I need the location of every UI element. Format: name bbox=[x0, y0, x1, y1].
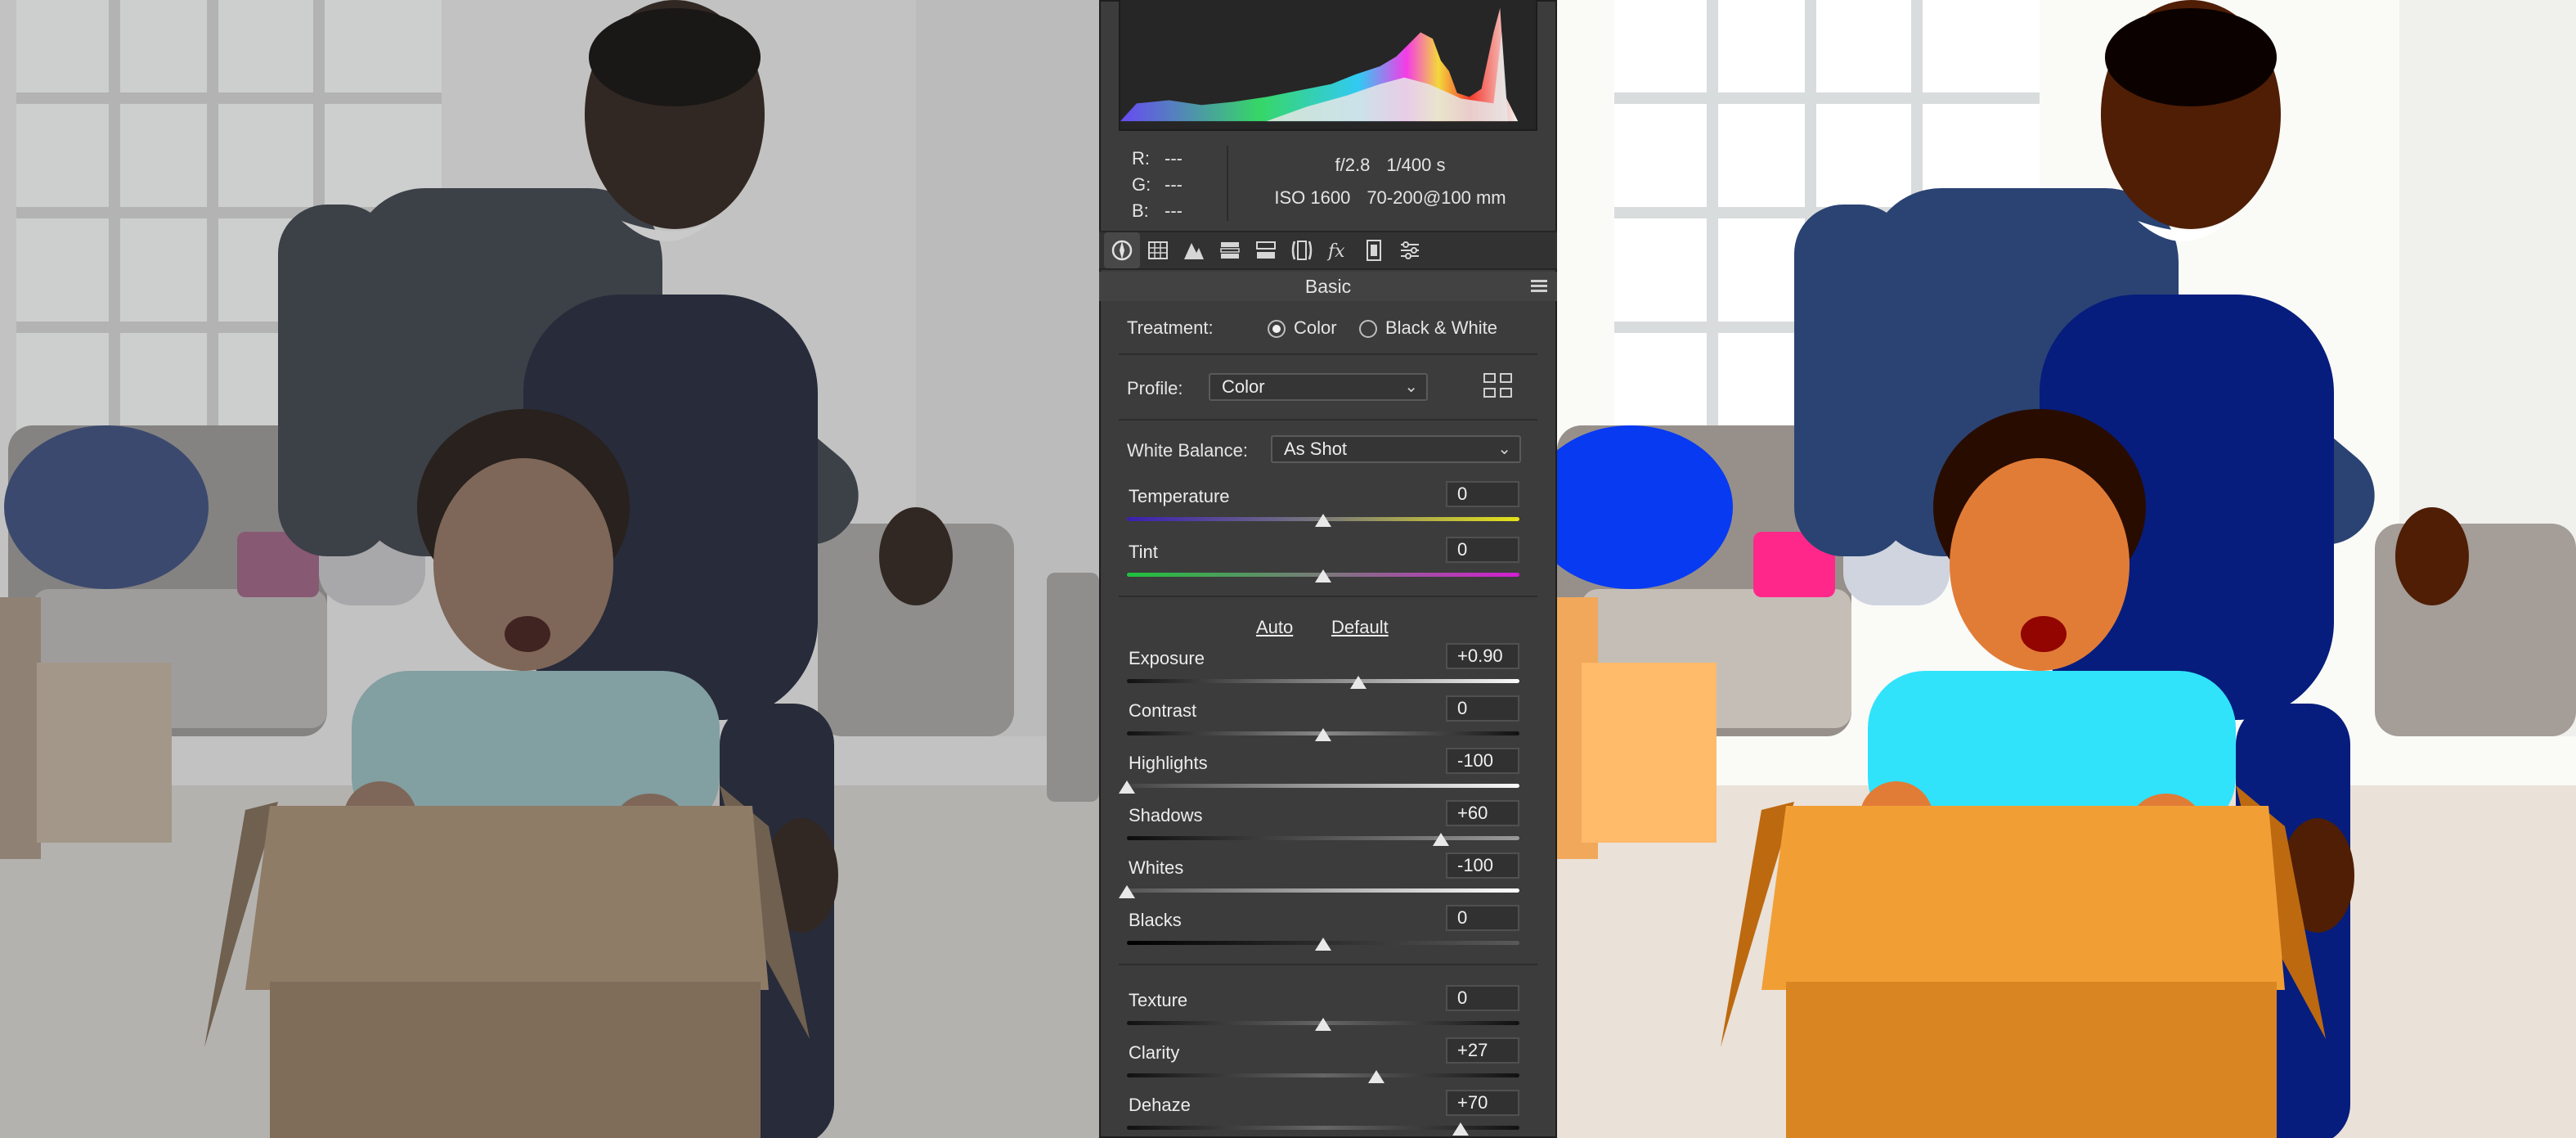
divider bbox=[1119, 419, 1537, 421]
highlights-value[interactable]: -100 bbox=[1446, 748, 1519, 774]
default-link[interactable]: Default bbox=[1331, 617, 1389, 638]
aperture-value: f/2.8 bbox=[1335, 155, 1371, 175]
clarity-label: Clarity bbox=[1129, 1042, 1180, 1063]
treatment-row: Treatment: bbox=[1127, 317, 1214, 339]
g-label: G: bbox=[1132, 174, 1151, 195]
white-balance-value: As Shot bbox=[1284, 439, 1348, 459]
section-title: Basic bbox=[1304, 276, 1352, 297]
shadows-slider-thumb[interactable] bbox=[1433, 833, 1449, 846]
section-header: Basic bbox=[1099, 272, 1557, 301]
profile-dropdown[interactable]: Color ⌄ bbox=[1209, 373, 1428, 401]
blacks-value[interactable]: 0 bbox=[1446, 905, 1519, 931]
contrast-value[interactable]: 0 bbox=[1446, 695, 1519, 722]
before-photo-scene bbox=[0, 0, 1099, 1138]
whites-value[interactable]: -100 bbox=[1446, 852, 1519, 879]
profile-value: Color bbox=[1222, 376, 1265, 397]
white-balance-dropdown[interactable]: As Shot ⌄ bbox=[1271, 435, 1521, 463]
exposure-slider-thumb[interactable] bbox=[1350, 676, 1367, 689]
panel-menu-icon[interactable] bbox=[1531, 280, 1547, 293]
treatment-label: Treatment: bbox=[1127, 317, 1214, 338]
detail-icon[interactable] bbox=[1176, 232, 1212, 268]
exposure-value[interactable]: +0.90 bbox=[1446, 643, 1519, 669]
temperature-slider-thumb[interactable] bbox=[1315, 514, 1331, 527]
temperature-label: Temperature bbox=[1129, 486, 1230, 506]
dehaze-value[interactable]: +70 bbox=[1446, 1090, 1519, 1116]
tint-label: Tint bbox=[1129, 542, 1158, 562]
basic-icon[interactable] bbox=[1104, 232, 1140, 268]
highlights-label: Highlights bbox=[1129, 753, 1208, 773]
shadows-label: Shadows bbox=[1129, 805, 1203, 825]
divider bbox=[1119, 596, 1537, 597]
shadows-value[interactable]: +60 bbox=[1446, 800, 1519, 826]
contrast-label: Contrast bbox=[1129, 700, 1197, 721]
after-photo bbox=[1557, 0, 2576, 1138]
bw-radio[interactable] bbox=[1359, 320, 1377, 338]
rgb-readout: R: --- G: --- B: --- bbox=[1132, 146, 1197, 224]
after-photo-scene bbox=[1557, 0, 2576, 1138]
exposure-track[interactable] bbox=[1127, 679, 1519, 683]
temperature-value[interactable]: 0 bbox=[1446, 481, 1519, 507]
camera-raw-panel: R: --- G: --- B: --- f/2.8 1/400 s ISO 1600 7… bbox=[1099, 0, 1557, 1138]
profile-label: Profile: bbox=[1127, 378, 1183, 398]
color-radio-label: Color bbox=[1294, 317, 1337, 338]
b-label: B: bbox=[1132, 200, 1149, 221]
svg-text:fx: fx bbox=[1326, 241, 1345, 262]
tint-slider-thumb[interactable] bbox=[1315, 569, 1331, 582]
presets-icon[interactable] bbox=[1392, 232, 1428, 268]
chevron-down-icon: ⌄ bbox=[1404, 378, 1418, 396]
lens-value: 70-200@100 mm bbox=[1367, 187, 1506, 208]
shutter-value: 1/400 s bbox=[1386, 155, 1446, 175]
lens-corrections-icon[interactable] bbox=[1284, 232, 1320, 268]
effects-icon[interactable]: fx bbox=[1320, 232, 1356, 268]
g-value: --- bbox=[1165, 174, 1183, 195]
texture-value[interactable]: 0 bbox=[1446, 985, 1519, 1011]
profile-browser-icon[interactable] bbox=[1483, 373, 1516, 401]
iso-value: ISO 1600 bbox=[1274, 187, 1351, 208]
shadows-track[interactable] bbox=[1127, 836, 1519, 840]
contrast-slider-thumb[interactable] bbox=[1315, 728, 1331, 741]
white-balance-label: White Balance: bbox=[1127, 440, 1248, 461]
highlights-track[interactable] bbox=[1127, 784, 1519, 788]
info-divider bbox=[1227, 146, 1228, 221]
tint-value[interactable]: 0 bbox=[1446, 537, 1519, 563]
histogram bbox=[1119, 0, 1537, 131]
treatment-color-option[interactable]: Color bbox=[1268, 317, 1337, 339]
panel-toolbar: fx bbox=[1099, 231, 1557, 270]
blacks-label: Blacks bbox=[1129, 910, 1182, 930]
highlights-slider-thumb[interactable] bbox=[1119, 780, 1135, 794]
profile-row: Profile: bbox=[1127, 378, 1183, 399]
clarity-value[interactable]: +27 bbox=[1446, 1037, 1519, 1064]
r-value: --- bbox=[1165, 148, 1183, 169]
clarity-slider-thumb[interactable] bbox=[1367, 1070, 1384, 1083]
exposure-label: Exposure bbox=[1129, 648, 1205, 668]
clarity-track[interactable] bbox=[1127, 1073, 1519, 1077]
camera-calibration-icon[interactable] bbox=[1356, 232, 1392, 268]
blacks-slider-thumb[interactable] bbox=[1315, 938, 1331, 951]
exif-readout: f/2.8 1/400 s ISO 1600 70-200@100 mm bbox=[1243, 149, 1537, 214]
auto-link[interactable]: Auto bbox=[1256, 617, 1293, 638]
info-readout: R: --- G: --- B: --- f/2.8 1/400 s ISO 1600 7… bbox=[1099, 137, 1557, 229]
divider bbox=[1119, 964, 1537, 965]
before-photo bbox=[0, 0, 1099, 1138]
chevron-down-icon: ⌄ bbox=[1497, 440, 1511, 458]
divider bbox=[1119, 353, 1537, 355]
color-radio[interactable] bbox=[1268, 320, 1286, 338]
r-label: R: bbox=[1132, 148, 1150, 169]
bw-radio-label: Black & White bbox=[1385, 317, 1497, 338]
tone-curve-icon[interactable] bbox=[1140, 232, 1176, 268]
texture-slider-thumb[interactable] bbox=[1315, 1018, 1331, 1031]
dehaze-slider-thumb[interactable] bbox=[1452, 1122, 1469, 1136]
b-value: --- bbox=[1165, 200, 1183, 221]
whites-label: Whites bbox=[1129, 857, 1184, 878]
hsl-icon[interactable] bbox=[1212, 232, 1248, 268]
whites-track[interactable] bbox=[1127, 888, 1519, 893]
whites-slider-thumb[interactable] bbox=[1119, 885, 1135, 898]
treatment-bw-option[interactable]: Black & White bbox=[1359, 317, 1497, 339]
dehaze-label: Dehaze bbox=[1129, 1095, 1191, 1115]
texture-label: Texture bbox=[1129, 990, 1188, 1010]
white-balance-row: White Balance: bbox=[1127, 440, 1248, 461]
split-toning-icon[interactable] bbox=[1248, 232, 1284, 268]
